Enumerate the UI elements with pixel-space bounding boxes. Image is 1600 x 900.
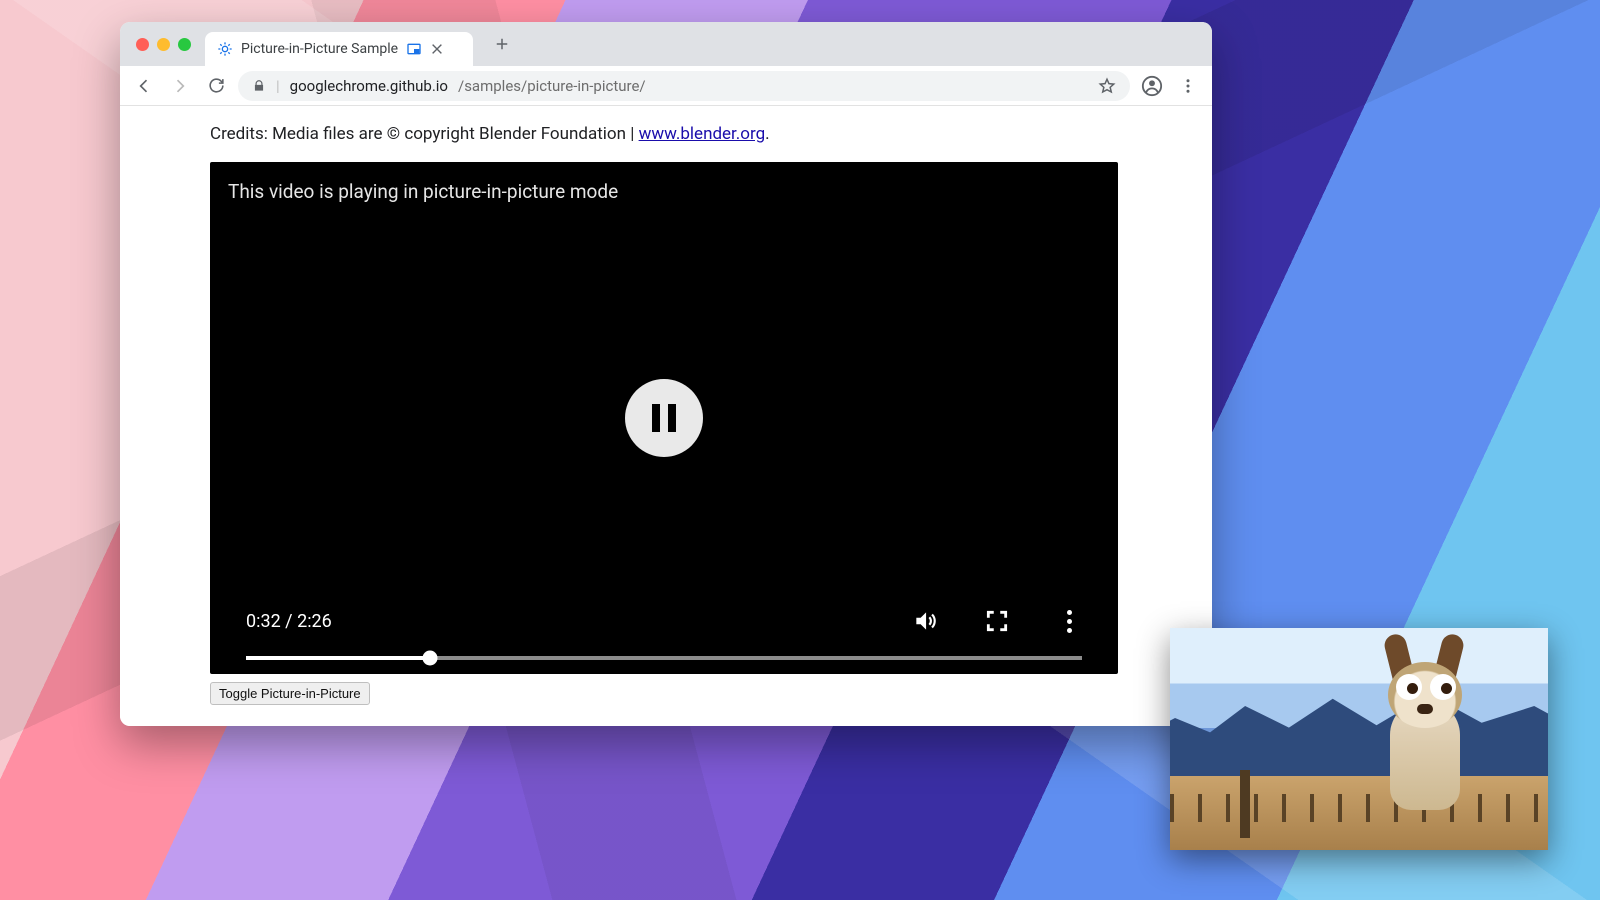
bookmark-star-icon[interactable] [1098, 77, 1116, 95]
minimize-window-button[interactable] [157, 38, 170, 51]
maximize-window-button[interactable] [178, 38, 191, 51]
reload-button[interactable] [202, 72, 230, 100]
credits-line: Credits: Media files are © copyright Ble… [210, 124, 1120, 144]
time-total: 2:26 [297, 611, 332, 632]
player-more-button[interactable] [1056, 610, 1082, 633]
credits-link[interactable]: www.blender.org [639, 124, 766, 144]
pause-icon [652, 404, 676, 432]
pause-button[interactable] [625, 379, 703, 457]
fullscreen-button[interactable] [984, 608, 1010, 634]
pip-character-icon [1344, 642, 1504, 810]
address-bar[interactable]: | googlechrome.github.io/samples/picture… [238, 71, 1130, 101]
volume-button[interactable] [912, 608, 938, 634]
new-tab-button[interactable] [487, 29, 517, 59]
video-player[interactable]: This video is playing in picture-in-pict… [210, 162, 1118, 674]
tab-title: Picture-in-Picture Sample [241, 41, 398, 57]
url-host: googlechrome.github.io [290, 77, 448, 95]
tab-close-button[interactable] [430, 42, 444, 56]
pip-indicator-icon [406, 41, 422, 57]
browser-window: Picture-in-Picture Sample | googlechrome… [120, 22, 1212, 726]
browser-toolbar: | googlechrome.github.io/samples/picture… [120, 66, 1212, 106]
progress-bar[interactable] [246, 656, 1082, 660]
time-elapsed: 0:32 [246, 611, 281, 632]
tab-favicon-icon [217, 41, 233, 57]
browser-tab[interactable]: Picture-in-Picture Sample [205, 32, 473, 66]
pip-overlay-text: This video is playing in picture-in-pict… [228, 180, 618, 203]
playback-time: 0:32 / 2:26 [246, 611, 332, 632]
progress-played [246, 656, 430, 660]
progress-thumb[interactable] [422, 651, 437, 666]
browser-menu-button[interactable] [1174, 72, 1202, 100]
back-button[interactable] [130, 72, 158, 100]
close-window-button[interactable] [136, 38, 149, 51]
toggle-pip-button[interactable]: Toggle Picture-in-Picture [210, 682, 370, 705]
profile-button[interactable] [1138, 72, 1166, 100]
desktop-wallpaper: Picture-in-Picture Sample | googlechrome… [0, 0, 1600, 900]
page-content: Credits: Media files are © copyright Ble… [120, 106, 1212, 726]
omnibox-separator: | [276, 77, 280, 95]
url-path: /samples/picture-in-picture/ [458, 77, 646, 95]
credits-text: Credits: Media files are © copyright Ble… [210, 124, 639, 144]
lock-icon [252, 79, 266, 93]
credits-suffix: . [765, 124, 769, 144]
window-controls [130, 22, 199, 66]
pip-window[interactable] [1170, 628, 1548, 850]
tab-strip: Picture-in-Picture Sample [120, 22, 1212, 66]
forward-button[interactable] [166, 72, 194, 100]
player-controls: 0:32 / 2:26 [210, 608, 1118, 674]
